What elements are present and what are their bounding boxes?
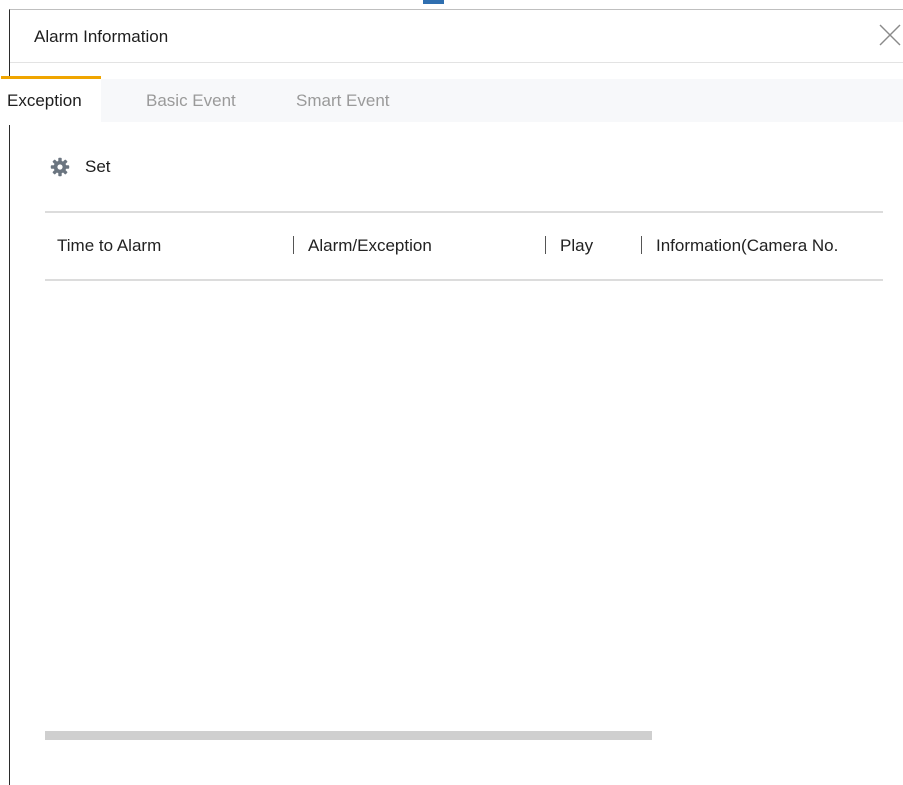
set-label: Set <box>85 157 111 176</box>
close-icon <box>879 24 901 46</box>
dialog-title: Alarm Information <box>34 27 169 46</box>
column-header-information[interactable]: Information(Camera No. <box>641 213 883 279</box>
column-header-label: Time to Alarm <box>57 236 162 255</box>
alarm-information-dialog: Alarm Information Exception Basic Event … <box>1 9 903 785</box>
set-button[interactable]: Set <box>50 155 111 179</box>
alarm-table: Time to Alarm Alarm/Exception Play Infor… <box>45 211 883 281</box>
column-header-label: Information(Camera No. <box>656 236 839 255</box>
column-header-time-to-alarm[interactable]: Time to Alarm <box>57 213 292 279</box>
tab-basic-event[interactable]: Basic Event <box>146 79 236 122</box>
tab-exception[interactable]: Exception <box>1 76 101 125</box>
column-header-label: Play <box>560 236 594 255</box>
background-window-fragment <box>423 0 444 4</box>
page: Alarm Information Exception Basic Event … <box>0 0 903 785</box>
tab-smart-event[interactable]: Smart Event <box>296 79 390 122</box>
tab-bar: Exception Basic Event Smart Event <box>1 76 903 125</box>
horizontal-scrollbar[interactable] <box>45 731 652 740</box>
column-header-label: Alarm/Exception <box>308 236 432 255</box>
dialog-titlebar: Alarm Information <box>10 10 903 63</box>
column-header-alarm-exception[interactable]: Alarm/Exception <box>293 213 543 279</box>
table-header: Time to Alarm Alarm/Exception Play Infor… <box>45 211 883 281</box>
column-header-play[interactable]: Play <box>545 213 641 279</box>
gear-icon <box>50 157 70 177</box>
close-button[interactable] <box>877 22 903 48</box>
